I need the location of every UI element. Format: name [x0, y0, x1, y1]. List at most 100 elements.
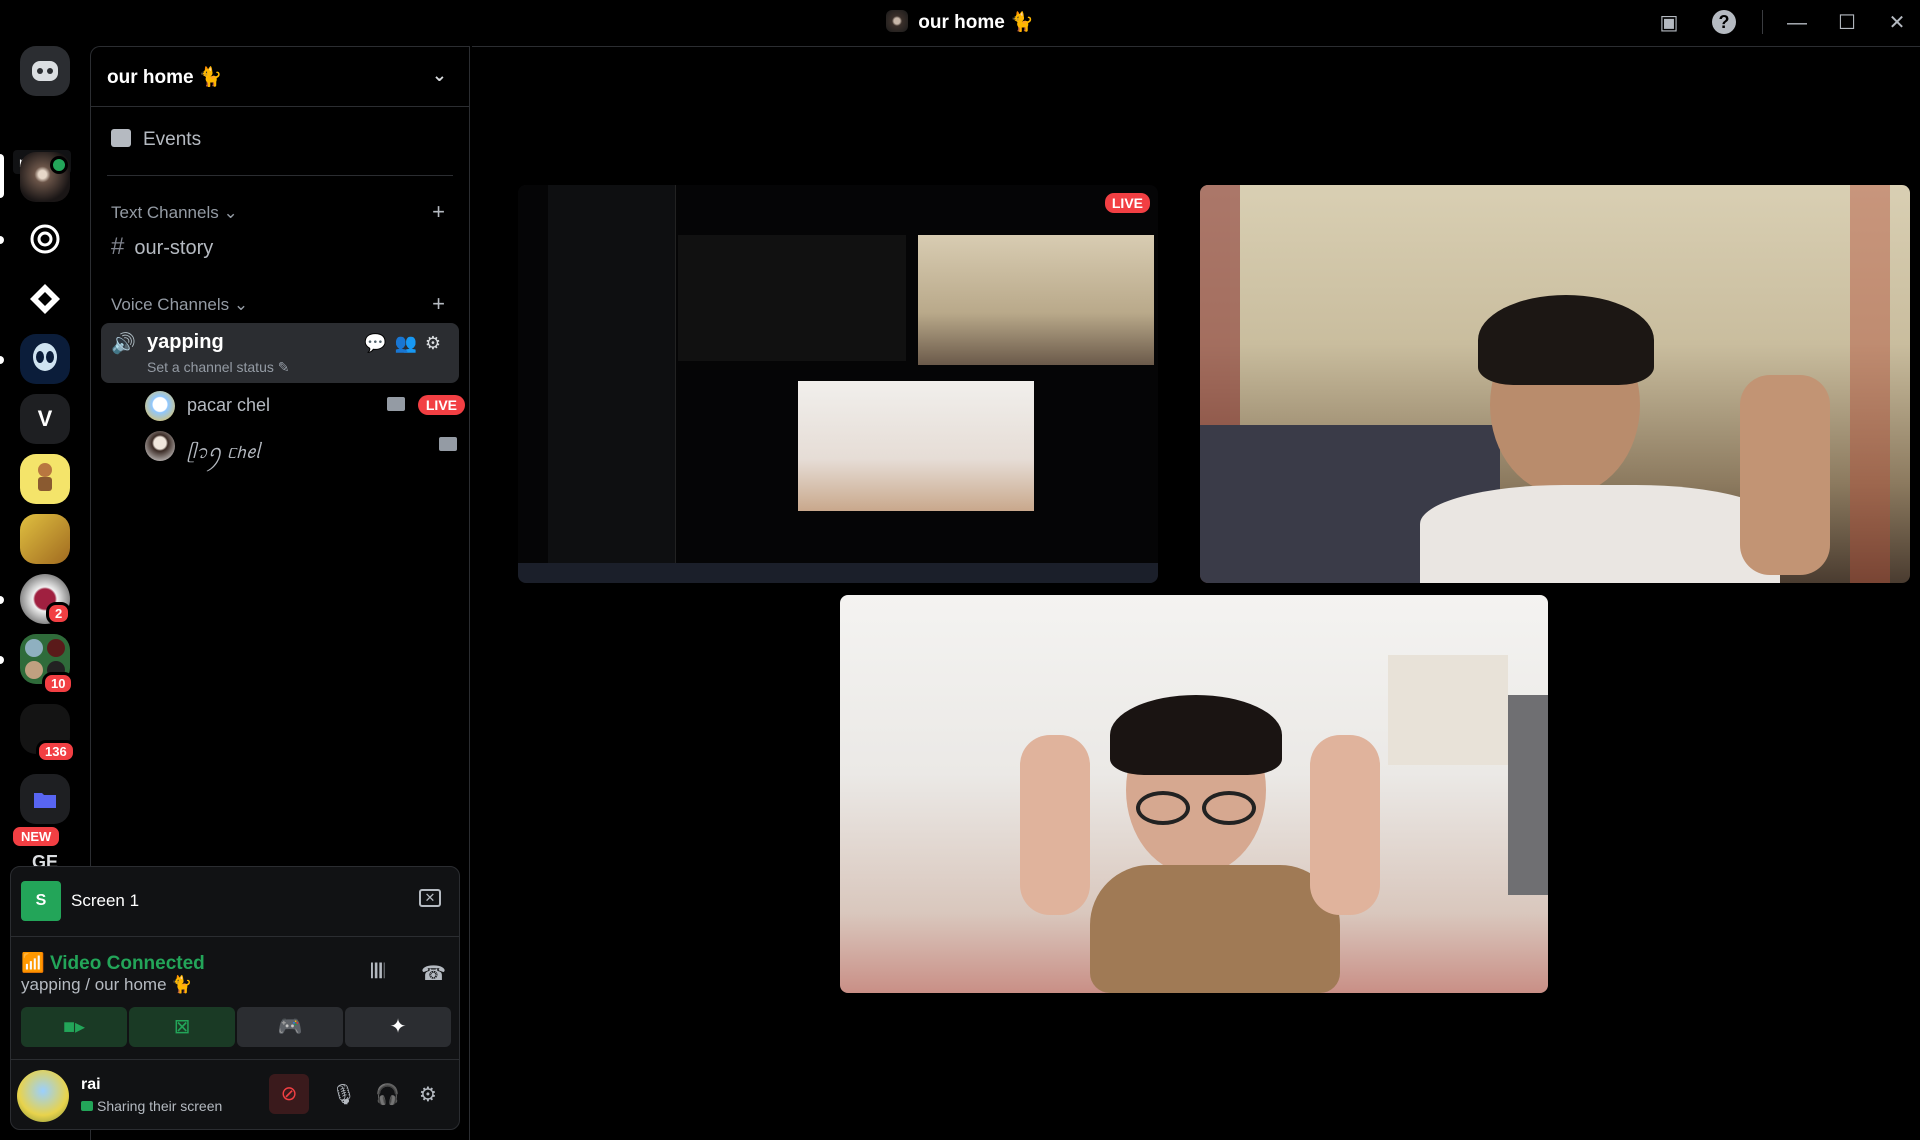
microphone-icon[interactable]: 🎙 — [331, 1082, 356, 1107]
voice-channel-yapping[interactable]: 🔊 yapping Set a channel status ✎ 💬👥⚙ — [101, 323, 459, 383]
category-voice-channels[interactable]: Voice Channels ⌄ — [111, 295, 248, 315]
unread-pill — [0, 356, 4, 364]
divider — [107, 175, 453, 176]
guild-name: our home 🐈 — [107, 67, 223, 88]
server-diamond[interactable] — [20, 274, 70, 324]
server-anime[interactable] — [20, 514, 70, 564]
stream-preview[interactable]: S Screen 1 ✕ — [11, 867, 459, 937]
camera-tile[interactable] — [840, 595, 1548, 993]
avatar[interactable] — [17, 1070, 69, 1122]
window-title-text: our home 🐈 — [918, 12, 1034, 33]
window-title: our home 🐈 — [0, 10, 1920, 34]
chat-icon[interactable]: 💬 — [364, 333, 394, 353]
guild-header[interactable]: our home 🐈 ⌄ — [91, 47, 469, 107]
discord-home-icon[interactable] — [20, 46, 70, 96]
stream-title: Screen 1 — [71, 891, 140, 910]
chat-status-icon — [50, 156, 68, 174]
headphones-icon[interactable]: 🎧 — [375, 1082, 400, 1107]
character-icon — [38, 463, 52, 491]
channel-our-story[interactable]: # our-story — [111, 233, 213, 261]
stop-stream-icon[interactable]: ✕ — [419, 889, 441, 907]
server-openai[interactable] — [20, 214, 70, 264]
member-name: pacar chel — [187, 395, 271, 415]
mention-badge: 2 — [46, 602, 72, 625]
user-status-text: Sharing their screen — [97, 1098, 223, 1114]
unread-pill — [0, 596, 4, 604]
avatar — [145, 431, 175, 461]
unread-pill — [0, 236, 4, 244]
voice-panel: S Screen 1 ✕ 📶 Video Connected yapping /… — [10, 866, 460, 1130]
gear-icon[interactable]: ⚙ — [419, 1082, 437, 1107]
glasses-lens — [1136, 791, 1190, 825]
minimize-icon[interactable]: — — [1784, 10, 1810, 36]
help-icon[interactable]: ? — [1712, 10, 1736, 34]
shared-camera-2 — [798, 381, 1034, 511]
server-icon — [886, 10, 909, 32]
wall-stripe — [1850, 185, 1890, 583]
server-character[interactable] — [20, 454, 70, 504]
channel-label: our-story — [134, 237, 214, 259]
chevron-down-icon: ⌄ — [223, 203, 238, 222]
events-item[interactable]: Events — [111, 129, 201, 151]
avatar — [145, 391, 175, 421]
events-label: Events — [143, 129, 202, 150]
camera-button[interactable]: ■▸ — [21, 1007, 127, 1047]
signal-icon: 📶 — [21, 953, 45, 974]
person-shirt — [1420, 485, 1780, 583]
folder-server-thumb — [47, 639, 65, 657]
add-channel-icon[interactable]: + — [432, 291, 445, 317]
screen-thumbnail: S — [21, 881, 61, 921]
folder-server-thumb — [25, 661, 43, 679]
title-bar: our home 🐈 ▣ ? — ☐ ✕ — [0, 0, 1920, 44]
diamond-logo-icon — [30, 284, 60, 314]
live-badge[interactable]: LIVE — [417, 395, 465, 415]
channel-status[interactable]: Set a channel status ✎ — [147, 359, 290, 376]
folder-server-thumb — [25, 639, 43, 657]
shared-camera-1 — [918, 235, 1154, 365]
voice-member[interactable]: ᥫ᭡ꪆ ᥴ𝗁ꫀᥣ — [145, 429, 465, 463]
camera-off-button[interactable]: ⊘ — [269, 1074, 309, 1114]
inbox-icon[interactable]: ▣ — [1656, 10, 1682, 36]
maximize-icon[interactable]: ☐ — [1834, 10, 1860, 36]
user-area: rai Sharing their screen ⊘ 🎙 🎧 ⚙ — [11, 1059, 459, 1129]
soundboard-button[interactable]: ✦ — [345, 1007, 451, 1047]
channel-status-text: Set a channel status — [147, 359, 274, 375]
speaker-icon: 🔊 — [111, 333, 136, 355]
user-name[interactable]: rai — [81, 1076, 101, 1094]
noise-suppression-icon[interactable]: 𝄃𝄃𝄃 — [371, 961, 384, 984]
camera-tile[interactable] — [1200, 185, 1910, 583]
close-icon[interactable]: ✕ — [1884, 10, 1910, 36]
server-folder-3[interactable] — [20, 774, 70, 824]
folder-icon — [34, 793, 56, 808]
peace-hand — [1310, 735, 1380, 915]
mention-badge: 136 — [36, 740, 76, 763]
channel-actions: 💬👥⚙ — [364, 333, 449, 354]
disconnect-icon[interactable]: ☎ — [421, 961, 446, 986]
video-camera-icon: ■▸ — [62, 1016, 86, 1038]
server-letter: V — [37, 406, 53, 431]
add-channel-icon[interactable]: + — [432, 199, 445, 225]
server-v[interactable]: V — [20, 394, 70, 444]
glasses-lens — [1202, 791, 1256, 825]
category-label: Text Channels — [111, 203, 219, 222]
invite-icon[interactable]: 👥 — [394, 333, 424, 353]
user-status: Sharing their screen — [81, 1098, 222, 1114]
screen-share-button[interactable]: ⊠ — [129, 1007, 235, 1047]
openai-logo-icon — [30, 224, 60, 254]
fan — [1508, 695, 1548, 895]
screenshare-tile[interactable]: LIVE — [518, 185, 1158, 583]
chevron-down-icon: ⌄ — [233, 295, 249, 314]
peace-hand — [1740, 375, 1830, 575]
camera-icon — [439, 437, 457, 451]
gear-icon[interactable]: ⚙ — [425, 333, 449, 353]
voice-member[interactable]: pacar chel LIVE — [145, 389, 465, 423]
neck-pillow — [1090, 865, 1340, 993]
connection-status[interactable]: 📶 Video Connected — [21, 951, 205, 975]
unread-pill — [0, 656, 4, 664]
connection-channel[interactable]: yapping / our home 🐈 — [21, 975, 192, 995]
server-alien[interactable] — [20, 334, 70, 384]
camera-off-icon: ⊘ — [280, 1083, 298, 1105]
shelf — [1388, 655, 1508, 765]
activities-button[interactable]: 🎮 — [237, 1007, 343, 1047]
category-text-channels[interactable]: Text Channels ⌄ — [111, 203, 238, 223]
